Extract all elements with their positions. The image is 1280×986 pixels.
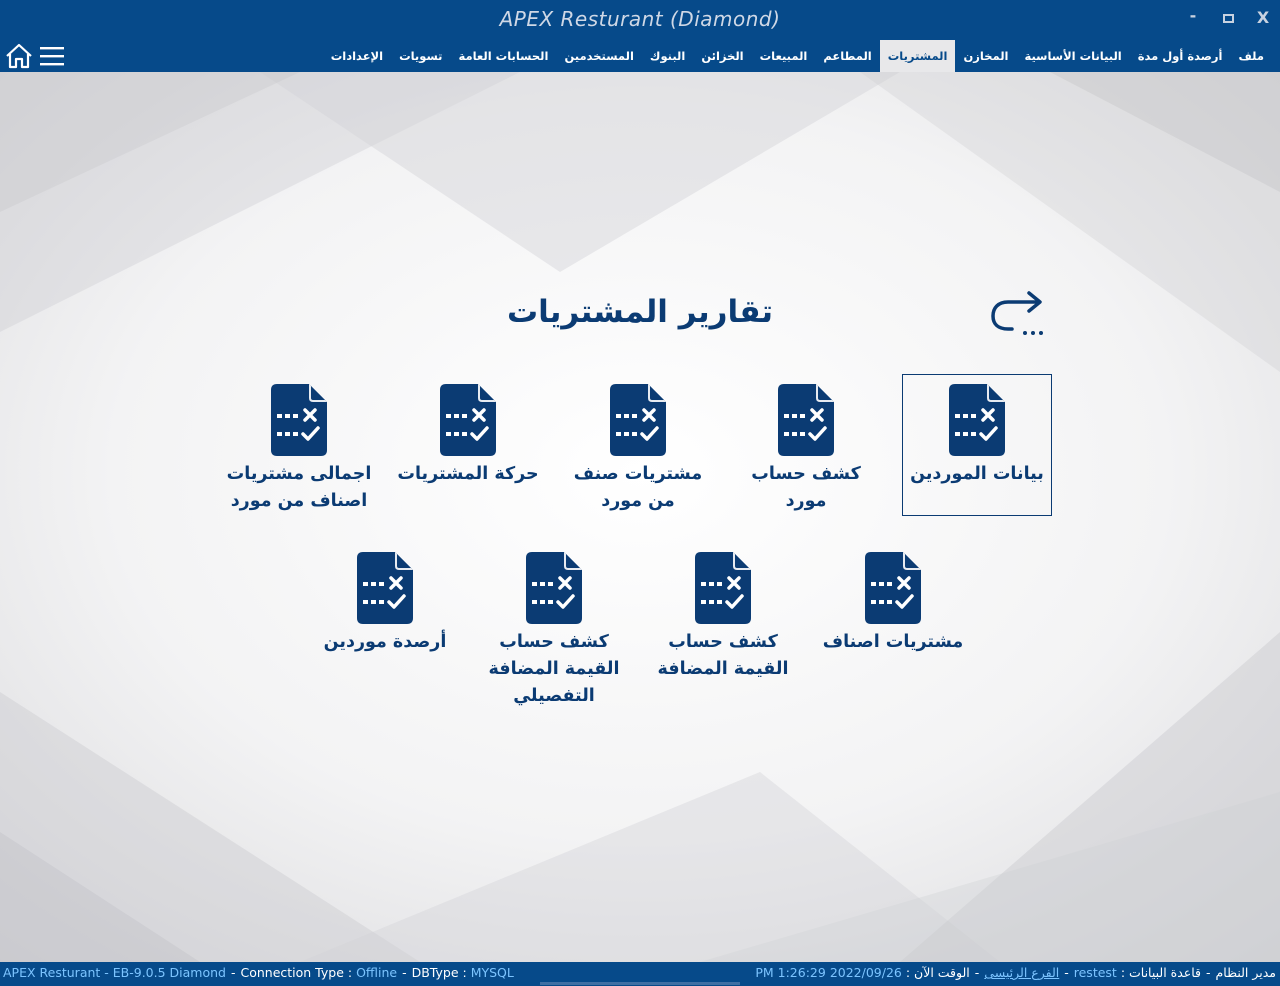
background-pattern [0,72,1280,962]
report-tile-label: أرصدة موردين [323,632,447,652]
title-bar: APEX Resturant (Diamond) - X [0,0,1280,40]
report-document-icon [610,384,666,456]
menu-item-1[interactable]: أرصدة أول مدة [1130,40,1231,72]
menu-item-9[interactable]: المستخدمين [556,40,641,72]
menu-item-12[interactable]: الإعدادات [323,40,391,72]
report-tile-label: كشف حساب مورد [751,464,861,511]
menu-item-7[interactable]: الخزائن [693,40,751,72]
db-value: restest [1073,965,1117,980]
dbtype-value: MYSQL [470,965,514,980]
report-document-icon [949,384,1005,456]
status-right: مدير النظام-قاعدة البيانات : restest-الف… [755,965,1276,980]
home-icon[interactable] [5,43,33,69]
close-button[interactable]: X [1252,8,1274,27]
dbtype-label: DBType : [411,965,467,980]
report-tile-label: اجمالى مشتريات اصناف من مورد [226,464,372,511]
app-version: APEX Resturant - EB-9.0.5 Diamond [3,965,226,980]
menu-item-8[interactable]: البنوك [642,40,693,72]
user-name: مدير النظام [1215,965,1276,980]
main-area: تقارير المشتريات بيانات الموردين كشف حساب… [0,72,1280,962]
report-tile-label: كشف حساب القيمة المضافة [657,632,789,679]
report-tile-3[interactable]: حركة المشتريات [393,374,543,516]
report-tile-7[interactable]: كشف حساب القيمة المضافة التفصيلي [479,542,629,712]
menu-item-4[interactable]: المشتريات [879,40,956,72]
report-document-icon [865,552,921,624]
connection-value: Offline [356,965,398,980]
report-tile-label: حركة المشتريات [397,464,539,484]
report-tile-label: بيانات الموردين [910,464,1044,484]
app-title: APEX Resturant (Diamond) [499,7,781,31]
maximize-icon [1222,14,1234,23]
report-document-icon [440,384,496,456]
menu-item-5[interactable]: المطاعم [815,40,879,72]
report-document-icon [526,552,582,624]
status-scrollbar [540,982,740,985]
back-arrow-icon[interactable] [988,290,1048,340]
menu-item-0[interactable]: ملف [1230,40,1272,72]
report-tile-6[interactable]: كشف حساب القيمة المضافة [648,542,798,712]
report-tile-label: مشتريات صنف من مورد [573,464,703,511]
report-tile-5[interactable]: مشتريات اصناف [818,542,968,684]
status-left: APEX Resturant - EB-9.0.5 Diamond - Connec… [3,965,514,980]
menu-item-2[interactable]: البيانات الأساسية [1016,40,1129,72]
report-tile-8[interactable]: أرصدة موردين [310,542,460,684]
report-tile-2[interactable]: مشتريات صنف من مورد [563,374,713,516]
report-tile-4[interactable]: اجمالى مشتريات اصناف من مورد [224,374,374,516]
minimize-button[interactable]: - [1182,6,1204,25]
report-document-icon [271,384,327,456]
status-bar: APEX Resturant - EB-9.0.5 Diamond - Connec… [0,962,1280,986]
hamburger-icon[interactable] [39,45,65,67]
report-tile-0[interactable]: بيانات الموردين [902,374,1052,516]
report-document-icon [357,552,413,624]
report-document-icon [695,552,751,624]
report-tile-label: مشتريات اصناف [822,632,964,652]
menu-item-10[interactable]: الحسابات العامة [451,40,557,72]
menu-items: ملف أرصدة أول مدة البيانات الأساسية المخازن… [323,40,1272,72]
report-tile-label: كشف حساب القيمة المضافة التفصيلي [488,632,620,706]
maximize-button[interactable] [1217,8,1239,27]
menu-bar: ملف أرصدة أول مدة البيانات الأساسية المخازن… [0,40,1280,72]
connection-label: Connection Type : [240,965,353,980]
time-value: 2022/09/26 1:26:29 PM [755,965,902,980]
time-label: الوقت الآن : [905,965,970,980]
report-document-icon [778,384,834,456]
menu-item-3[interactable]: المخازن [955,40,1016,72]
menu-item-11[interactable]: تسويات [391,40,450,72]
db-label: قاعدة البيانات : [1120,965,1202,980]
branch-link[interactable]: الفرع الرئيسى [984,965,1059,980]
report-tile-1[interactable]: كشف حساب مورد [731,374,881,516]
menu-item-6[interactable]: المبيعات [752,40,816,72]
page-title: تقارير المشتريات [506,294,774,330]
